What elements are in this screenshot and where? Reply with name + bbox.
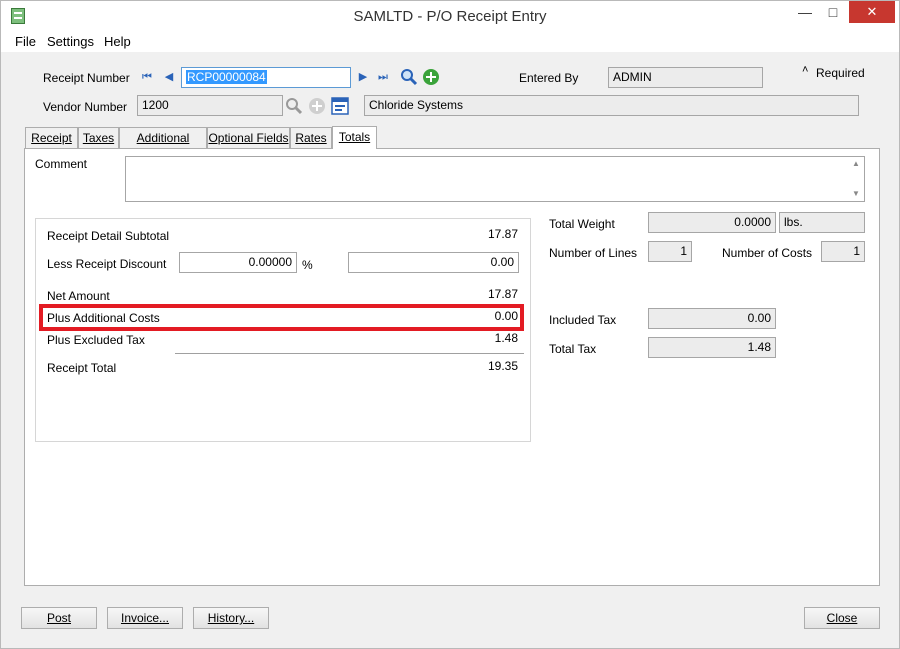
- receipt-number-value: RCP00000084: [186, 70, 267, 84]
- total-weight-field: 0.0000: [648, 212, 776, 233]
- menu-help[interactable]: Help: [104, 34, 131, 49]
- vendor-number-field: 1200: [137, 95, 283, 116]
- post-button[interactable]: Post: [21, 607, 97, 629]
- included-tax-field: 0.00: [648, 308, 776, 329]
- weight-unit-field: lbs.: [779, 212, 865, 233]
- highlight-box: [39, 304, 524, 331]
- menu-file[interactable]: File: [15, 34, 36, 49]
- number-of-lines-label: Number of Lines: [549, 246, 638, 260]
- receipt-detail-subtotal-value: 17.87: [487, 227, 518, 241]
- tab-rates-label: Rates: [295, 131, 327, 145]
- included-tax-label: Included Tax: [549, 313, 617, 327]
- invoice-button-label: Invoice...: [120, 611, 170, 625]
- last-record-icon[interactable]: ⏭: [377, 70, 389, 84]
- receipt-detail-subtotal-label: Receipt Detail Subtotal: [47, 229, 170, 243]
- scroll-up-icon[interactable]: ▲: [850, 159, 862, 169]
- entered-by-label: Entered By: [519, 71, 579, 85]
- required-marker: ˄: [802, 64, 809, 76]
- menu-bar: File Settings Help: [1, 32, 899, 52]
- tab-optional-fields[interactable]: Optional Fields: [207, 127, 290, 149]
- discount-amount-input[interactable]: 0.00: [348, 252, 519, 273]
- invoice-button[interactable]: Invoice...: [107, 607, 183, 629]
- vendor-name-field: Chloride Systems: [364, 95, 859, 116]
- vendor-number-label: Vendor Number: [43, 100, 128, 114]
- vendor-zoom-icon[interactable]: [331, 97, 349, 115]
- first-record-icon[interactable]: ⏮: [141, 70, 153, 84]
- close-button-label: Close: [826, 611, 858, 625]
- total-tax-field: 1.48: [648, 337, 776, 358]
- close-button[interactable]: Close: [804, 607, 880, 629]
- post-button-label: Post: [46, 611, 71, 625]
- history-button-label: History...: [207, 611, 255, 625]
- window-title: SAMLTD - P/O Receipt Entry: [353, 8, 547, 25]
- net-amount-value: 17.87: [487, 287, 518, 301]
- previous-record-icon[interactable]: ◀: [163, 70, 175, 84]
- close-window-button[interactable]: ✕: [849, 1, 895, 23]
- tab-rates[interactable]: Rates: [290, 127, 332, 149]
- tab-taxes-label: Taxes: [82, 131, 115, 145]
- total-tax-label: Total Tax: [549, 342, 597, 356]
- tab-totals-label: Totals: [338, 130, 371, 144]
- maximize-button[interactable]: □: [819, 1, 847, 23]
- next-record-icon[interactable]: ▶: [357, 70, 369, 84]
- tab-receipt[interactable]: Receipt: [25, 127, 78, 149]
- vendor-finder-icon[interactable]: [285, 97, 303, 115]
- entered-by-field: ADMIN: [608, 67, 763, 88]
- scroll-down-icon[interactable]: ▼: [850, 189, 862, 199]
- discount-percent-input[interactable]: 0.00000: [179, 252, 297, 273]
- total-weight-label: Total Weight: [549, 217, 615, 231]
- vendor-new-icon[interactable]: [308, 97, 326, 115]
- required-label: Required: [816, 66, 865, 80]
- plus-excluded-tax-value: 1.48: [494, 331, 518, 345]
- plus-excluded-tax-label: Plus Excluded Tax: [47, 333, 145, 347]
- comment-label: Comment: [35, 157, 88, 171]
- total-divider: [175, 353, 524, 354]
- receipt-number-input[interactable]: RCP00000084: [181, 67, 351, 88]
- net-amount-label: Net Amount: [47, 289, 110, 303]
- receipt-total-value: 19.35: [487, 359, 518, 373]
- less-receipt-discount-label: Less Receipt Discount: [47, 257, 167, 271]
- number-of-costs-label: Number of Costs: [722, 246, 813, 260]
- tab-taxes[interactable]: Taxes: [78, 127, 119, 149]
- tab-optional-fields-label: Optional Fields: [208, 131, 289, 145]
- percent-sign: %: [302, 258, 313, 272]
- number-of-costs-field: 1: [821, 241, 865, 262]
- tab-additional-costs[interactable]: Additional Costs: [119, 127, 207, 165]
- receipt-number-label: Receipt Number: [43, 71, 130, 85]
- receipt-total-label: Receipt Total: [47, 361, 117, 375]
- comment-textarea[interactable]: ▲ ▼: [125, 156, 865, 202]
- minimize-button[interactable]: —: [791, 1, 819, 23]
- history-button[interactable]: History...: [193, 607, 269, 629]
- menu-settings[interactable]: Settings: [47, 34, 94, 49]
- number-of-lines-field: 1: [648, 241, 692, 262]
- tab-receipt-label: Receipt: [31, 131, 72, 145]
- title-bar: SAMLTD - P/O Receipt Entry — □ ✕: [1, 1, 899, 32]
- new-record-icon[interactable]: [422, 68, 440, 86]
- app-window: SAMLTD - P/O Receipt Entry — □ ✕ File Se…: [0, 0, 900, 649]
- tab-totals[interactable]: Totals: [332, 126, 377, 149]
- finder-icon[interactable]: [400, 68, 418, 86]
